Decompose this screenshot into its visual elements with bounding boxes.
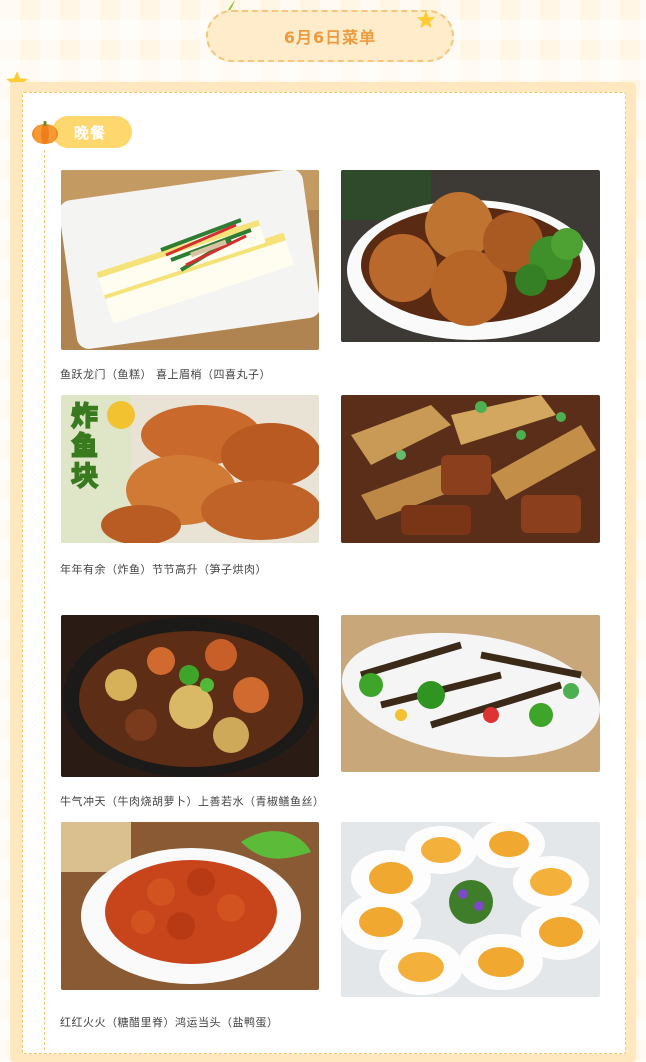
- star-icon: [416, 10, 436, 30]
- caption-row-1: 鱼跃龙门（鱼糕） 喜上眉梢（四喜丸子）: [60, 368, 271, 381]
- timeline-line: [44, 150, 45, 1050]
- dish-photo-meatballs: [341, 170, 600, 342]
- caption-row-4: 红红火火（糖醋里脊）鸿运当头（盐鸭蛋）: [60, 1016, 279, 1029]
- dish-photo-pepper-eel: [341, 615, 600, 772]
- dish-photo-bamboo-pork: [341, 395, 600, 543]
- dish-photo-salted-eggs: [341, 822, 600, 997]
- caption-row-2: 年年有余（炸鱼）节节高升（笋子烘肉）: [60, 563, 267, 576]
- section-label-text: 晚餐: [74, 123, 107, 142]
- caption-row-3: 牛气冲天（牛肉烧胡萝卜）上善若水（青椒鳝鱼丝）: [60, 795, 325, 808]
- section-label-dinner: 晚餐: [52, 116, 132, 148]
- pumpkin-icon: [32, 121, 58, 144]
- dish-photo-fish-cake: [61, 170, 319, 350]
- page-title: 6月6日菜单: [283, 28, 377, 47]
- dish-photo-beef-stew: [61, 615, 319, 777]
- dish-photo-sweet-sour-pork: [61, 822, 319, 990]
- fried-fish-overlay-text: 炸鱼块: [66, 401, 98, 493]
